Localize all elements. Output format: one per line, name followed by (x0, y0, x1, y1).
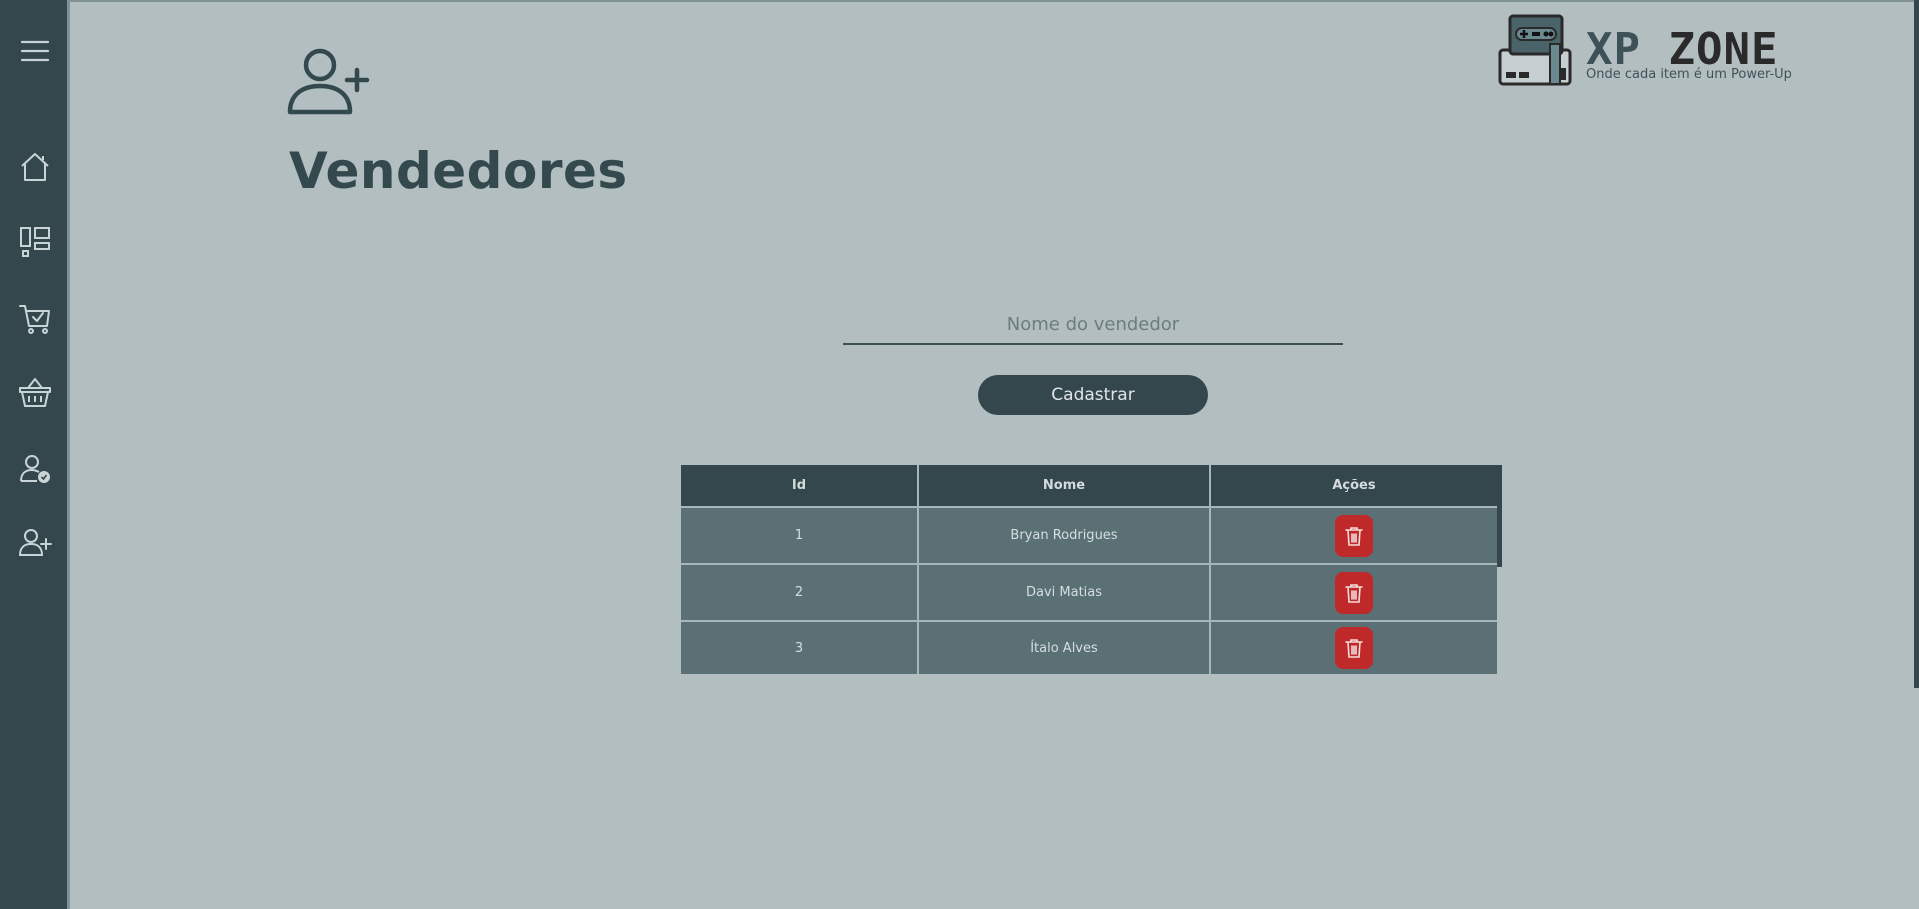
user-add-icon (18, 529, 52, 556)
delete-button[interactable] (1335, 627, 1373, 669)
sidebar-item-sellers-list[interactable] (15, 449, 55, 489)
table-row: 3 Ítalo Alves (681, 620, 1497, 674)
logo-tagline: Onde cada item é um Power-Up (1586, 67, 1792, 82)
column-header-name: Nome (917, 465, 1211, 508)
logo: XP ZONE Onde cada item é um Power-Up (1498, 14, 1818, 88)
sellers-table-container: Id Nome Ações 1 Bryan Rodrigues 2 Davi M… (681, 465, 1502, 674)
user-check-icon (20, 455, 50, 483)
seller-name-input[interactable] (843, 305, 1343, 345)
dashboard-icon (20, 227, 50, 257)
cell-actions (1209, 563, 1497, 622)
cart-check-icon (19, 305, 50, 334)
trash-icon (1345, 526, 1363, 546)
table-scrollbar[interactable] (1497, 465, 1502, 567)
page-scrollbar[interactable] (1914, 0, 1919, 688)
user-add-icon (287, 48, 370, 115)
column-header-actions: Ações (1209, 465, 1497, 508)
table-row: 1 Bryan Rodrigues (681, 506, 1497, 565)
sidebar-item-home[interactable] (15, 147, 55, 187)
menu-icon[interactable] (15, 31, 55, 71)
cell-actions (1209, 620, 1497, 674)
cell-name: Davi Matias (917, 563, 1211, 622)
delete-button[interactable] (1335, 514, 1373, 557)
cell-id: 2 (681, 563, 919, 622)
trash-icon (1345, 639, 1363, 658)
sidebar-item-products[interactable] (15, 373, 55, 413)
cell-id: 1 (681, 506, 919, 565)
table-header-row: Id Nome Ações (681, 465, 1497, 508)
logo-name: XP ZONE (1586, 24, 1779, 75)
sidebar-item-sales[interactable] (15, 299, 55, 339)
cell-name: Ítalo Alves (917, 620, 1211, 674)
column-header-id: Id (681, 465, 919, 508)
top-border (70, 0, 1919, 2)
sidebar-item-dashboard[interactable] (15, 222, 55, 262)
cell-name: Bryan Rodrigues (917, 506, 1211, 565)
delete-button[interactable] (1335, 571, 1373, 614)
sidebar-item-add-seller[interactable] (15, 523, 55, 563)
register-button[interactable]: Cadastrar (978, 375, 1208, 415)
game-console-logo-icon (1498, 14, 1572, 86)
basket-icon (19, 378, 51, 407)
table-row: 2 Davi Matias (681, 563, 1497, 622)
page-title: Vendedores (289, 142, 628, 200)
home-icon (21, 153, 49, 181)
sellers-table: Id Nome Ações 1 Bryan Rodrigues 2 Davi M… (681, 465, 1497, 674)
cell-id: 3 (681, 620, 919, 674)
sidebar (0, 0, 70, 909)
trash-icon (1345, 583, 1363, 603)
cell-actions (1209, 506, 1497, 565)
